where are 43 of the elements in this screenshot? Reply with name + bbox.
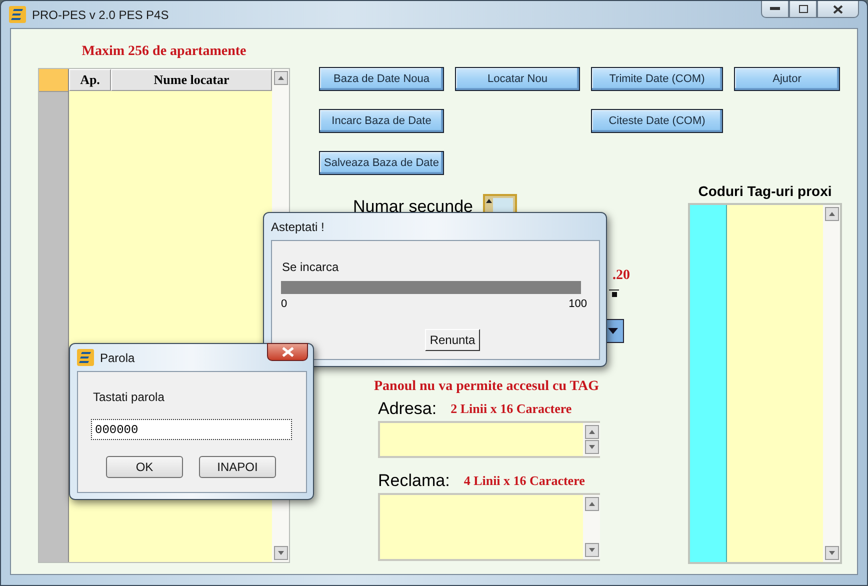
maximize-icon [798,5,808,13]
small-square-icon [609,289,619,299]
action-button[interactable]: Trimite Date (COM) [591,67,723,91]
close-button[interactable] [267,343,308,361]
address-hint: 2 Linii x 16 Caractere [450,401,572,417]
column-header[interactable]: Ap. [69,69,111,91]
action-button[interactable]: Citeste Date (COM) [591,109,723,133]
minimize-button[interactable] [761,1,789,18]
tags-title: Coduri Tag-uri proxi [697,183,833,199]
loading-message: Se incarca [282,260,339,274]
advert-label: Reclama: [378,471,450,491]
column-header[interactable]: Nume locatar [111,69,272,91]
address-field[interactable] [378,421,600,458]
close-button[interactable] [817,1,859,18]
app-logo-icon [9,6,26,23]
action-button[interactable]: Locatar Nou [455,67,580,91]
window-title: PRO-PES v 2.0 PES P4S [32,8,169,22]
seconds-value: .20 [612,268,630,284]
dialog-button[interactable]: OK [106,456,183,478]
advert-hint: 4 Linii x 16 Caractere [464,473,585,489]
maximize-button[interactable] [789,1,817,18]
dialog-title: Parola [100,350,135,364]
app-logo-icon [77,349,94,366]
scale-min-label: 0 [281,297,288,310]
cancel-button[interactable]: Renunta [424,329,480,351]
action-button[interactable]: Baza de Date Noua [319,67,444,91]
dialog-title: Asteptati ! [271,220,324,234]
minimize-icon [770,7,780,11]
advert-field[interactable] [378,493,600,561]
password-prompt: Tastati parola [93,390,164,404]
close-icon [833,4,843,14]
seconds-label: Numar secunde [353,197,474,217]
password-field[interactable]: 000000 [91,419,292,440]
close-icon [282,347,294,357]
dialog-button[interactable]: INAPOI [199,456,276,478]
grid-corner [39,69,68,92]
action-button[interactable]: Salveaza Baza de Date [319,151,444,175]
apartments-caption: Maxim 256 de apartamente [80,44,248,61]
access-note: Panoul nu va permite accesul cu TAG [374,379,600,395]
scale-max-label: 100 [568,297,587,310]
address-label: Adresa: [378,399,437,419]
action-button[interactable]: Incarc Baza de Date [319,109,444,133]
action-button[interactable]: Ajutor [734,67,840,91]
